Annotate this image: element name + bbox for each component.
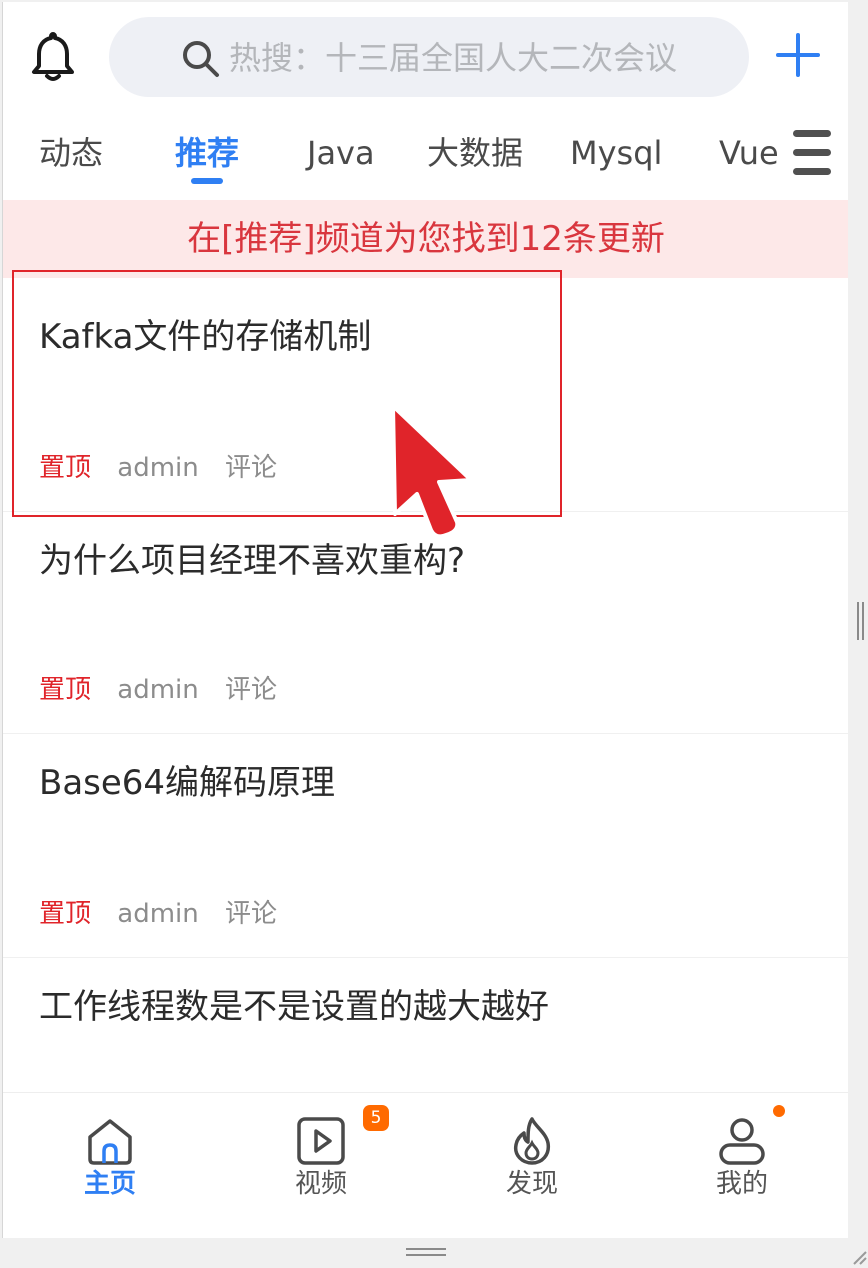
tab-tuijian[interactable]: 推荐 xyxy=(175,130,239,176)
search-icon xyxy=(183,41,219,77)
article-title[interactable]: 为什么项目经理不喜欢重构? xyxy=(39,538,465,584)
tab-java[interactable]: Java xyxy=(307,130,375,176)
search-bar[interactable]: 热搜：十三届全国人大二次会议 xyxy=(109,17,749,97)
update-banner-text: 在[推荐]频道为您找到12条更新 xyxy=(187,219,665,259)
channel-tabs: 动态 推荐 Java 大数据 Mysql Vue xyxy=(3,120,848,200)
comment-link[interactable]: 评论 xyxy=(225,897,277,931)
plus-icon[interactable] xyxy=(775,32,821,78)
home-icon xyxy=(88,1119,132,1165)
article-item[interactable]: Base64编解码原理 置顶 admin 评论 xyxy=(3,734,848,958)
splitter-handle[interactable] xyxy=(856,602,866,642)
notification-dot xyxy=(773,1105,785,1117)
article-title[interactable]: Base64编解码原理 xyxy=(39,760,335,806)
nav-discover[interactable]: 发现 xyxy=(482,1111,582,1211)
nav-discover-label: 发现 xyxy=(505,1169,558,1199)
app-window: 热搜：十三届全国人大二次会议 动态 推荐 Java 大数据 Mysql Vue … xyxy=(2,2,848,1238)
update-banner: 在[推荐]频道为您找到12条更新 xyxy=(3,200,848,278)
bottom-nav: 主页 视频 5 发现 我的 xyxy=(3,1092,848,1238)
video-badge: 5 xyxy=(363,1105,389,1131)
active-tab-indicator xyxy=(191,178,223,184)
nav-home-label: 主页 xyxy=(83,1169,136,1199)
article-title[interactable]: 工作线程数是不是设置的越大越好 xyxy=(39,984,549,1030)
nav-video-label: 视频 xyxy=(294,1169,347,1199)
nav-home[interactable]: 主页 xyxy=(60,1111,160,1211)
fire-icon xyxy=(513,1117,551,1165)
pinned-tag: 置顶 xyxy=(39,899,92,929)
pointer-cursor-icon xyxy=(391,404,473,538)
bell-icon[interactable] xyxy=(29,30,77,82)
nav-mine-label: 我的 xyxy=(715,1169,768,1199)
article-meta: 置顶 admin 评论 xyxy=(39,673,295,707)
resize-grip-bottom[interactable] xyxy=(406,1248,446,1258)
nav-video[interactable]: 视频 xyxy=(271,1111,371,1211)
user-icon xyxy=(719,1118,765,1165)
comment-link[interactable]: 评论 xyxy=(225,673,277,707)
highlight-box xyxy=(12,270,562,517)
resize-corner-icon[interactable] xyxy=(846,1240,868,1266)
tab-mysql[interactable]: Mysql xyxy=(570,130,662,176)
tab-dongtai[interactable]: 动态 xyxy=(39,130,103,176)
menu-icon[interactable] xyxy=(793,130,833,176)
article-author: admin xyxy=(117,675,199,705)
top-header: 热搜：十三届全国人大二次会议 xyxy=(3,2,848,112)
window-bottom-bar xyxy=(0,1238,868,1268)
video-icon xyxy=(297,1117,345,1165)
article-meta: 置顶 admin 评论 xyxy=(39,897,295,931)
search-placeholder: 热搜：十三届全国人大二次会议 xyxy=(229,39,678,77)
nav-mine[interactable]: 我的 xyxy=(692,1111,792,1211)
pinned-tag: 置顶 xyxy=(39,675,92,705)
tab-dashuju[interactable]: 大数据 xyxy=(427,130,523,176)
article-author: admin xyxy=(117,899,199,929)
article-item[interactable]: 为什么项目经理不喜欢重构? 置顶 admin 评论 xyxy=(3,512,848,734)
tab-vue[interactable]: Vue xyxy=(719,130,779,176)
